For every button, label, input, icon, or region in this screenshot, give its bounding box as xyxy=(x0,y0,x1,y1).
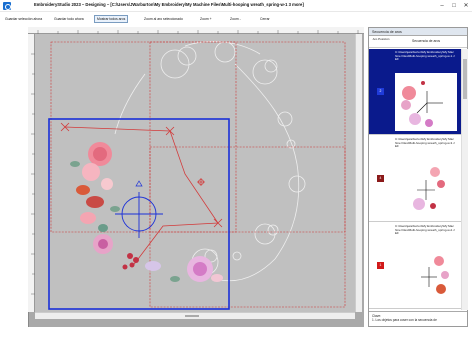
list-item[interactable]: 2 C:\Users\jwarburton\My Embroidery\My M… xyxy=(369,49,461,135)
close-icon[interactable]: ✕ xyxy=(460,1,472,11)
hoop-thumbnail xyxy=(395,247,457,305)
horizontal-scroll-thumb[interactable] xyxy=(185,315,199,317)
application-window: EmbroideryStudio 2023 – Designing – [C:\… xyxy=(0,0,472,337)
hoop-thumbnail xyxy=(395,160,457,218)
footer-text: 1. Los objetos para coser con la secuenc… xyxy=(372,318,437,322)
hoop-thumbnail xyxy=(395,73,457,131)
vertical-ruler xyxy=(28,34,35,312)
horizontal-ruler xyxy=(28,27,364,34)
position-badge: 4 xyxy=(377,175,384,182)
zoom-out-button[interactable]: Zoom - xyxy=(227,15,244,23)
list-item[interactable]: 1 C:\Users\jwarburton\My Embroidery\My M… xyxy=(369,223,461,309)
minimize-icon[interactable]: – xyxy=(436,1,448,11)
list-item[interactable]: 4 C:\Users\jwarburton\My Embroidery\My M… xyxy=(369,136,461,222)
panel-title: Secuencia de aros xyxy=(369,28,467,36)
position-badge: 1 xyxy=(377,262,384,269)
vertical-scrollbar[interactable] xyxy=(355,34,362,312)
list-header: Aro Posición Secuencia de aros xyxy=(369,37,467,48)
wreath-outline-artwork xyxy=(114,41,306,282)
zoom-in-button[interactable]: Zoom + xyxy=(197,15,215,23)
column-header-sequence: Secuencia de aros xyxy=(411,39,441,43)
save-selection-button[interactable]: Guardar selección ahora xyxy=(2,15,45,23)
app-logo-icon xyxy=(3,2,11,10)
window-title: EmbroideryStudio 2023 – Designing – [C:\… xyxy=(34,2,304,7)
file-path: C:\Users\jwarburton\My Embroidery\My Mac… xyxy=(395,50,455,62)
show-all-hoops-button[interactable]: Mostrar todos aros xyxy=(94,15,129,23)
file-path: C:\Users\jwarburton\My Embroidery\My Mac… xyxy=(395,137,455,149)
column-header-position: Aro Posición xyxy=(372,37,390,41)
list-scrollbar[interactable] xyxy=(461,49,468,310)
panel-footer: Clave: 1. Los objetos para coser con la … xyxy=(369,311,467,327)
embroidery-design-artwork xyxy=(70,142,223,282)
horizontal-scrollbar[interactable] xyxy=(35,312,355,319)
save-all-button[interactable]: Guardar todo ahora xyxy=(51,15,87,23)
close-button[interactable]: Cerrar xyxy=(257,15,273,23)
maximize-icon[interactable]: □ xyxy=(448,1,460,11)
position-badge: 2 xyxy=(377,88,384,95)
zoom-to-selected-hoop-button[interactable]: Zoom al aro seleccionado xyxy=(141,15,186,23)
hoop-sequence-list: 2 C:\Users\jwarburton\My Embroidery\My M… xyxy=(369,49,461,310)
title-bar: EmbroideryStudio 2023 – Designing – [C:\… xyxy=(0,0,472,12)
toolbar: Guardar selección ahora Guardar todo aho… xyxy=(0,13,472,24)
hoop-sequence-panel: Secuencia de aros Aro Posición Secuencia… xyxy=(368,27,468,327)
file-path: C:\Users\jwarburton\My Embroidery\My Mac… xyxy=(395,224,455,236)
design-canvas[interactable] xyxy=(35,34,355,312)
list-scroll-thumb[interactable] xyxy=(463,59,467,99)
